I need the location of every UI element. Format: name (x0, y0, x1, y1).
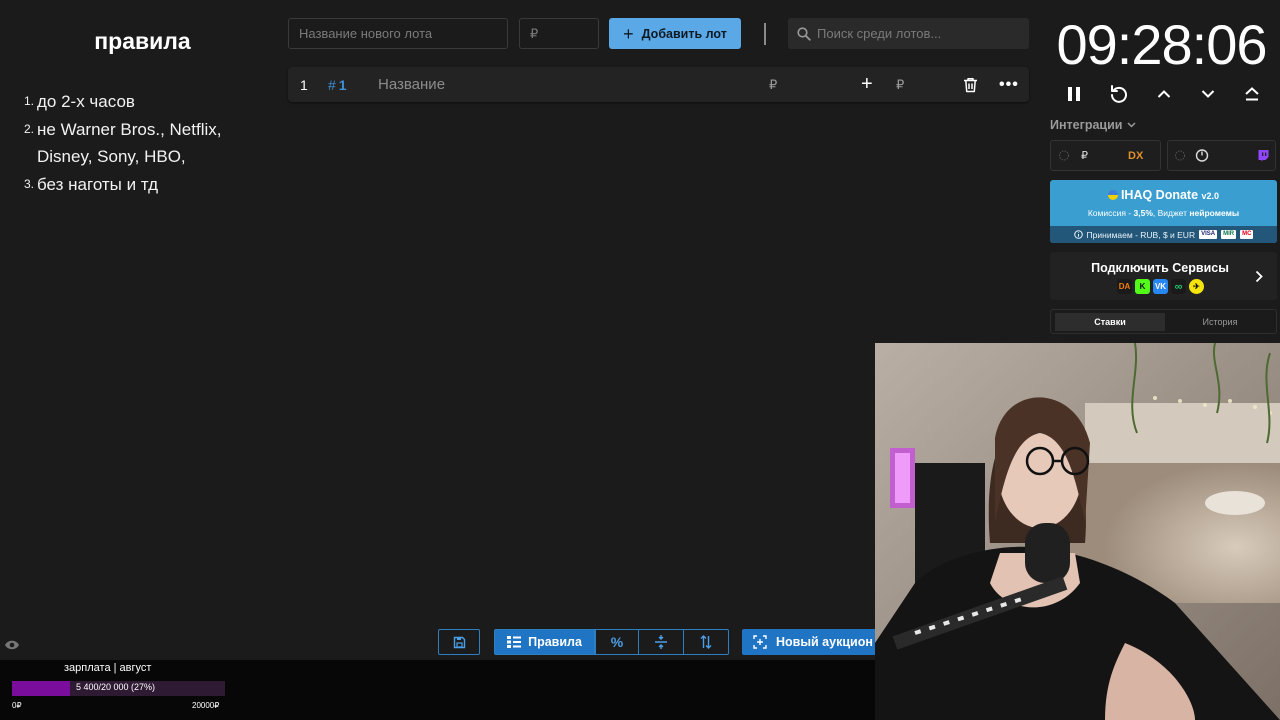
rule-item: 1. до 2-х часов (24, 88, 264, 116)
timer-controls (1050, 80, 1275, 108)
rules-button-label: Правила (528, 635, 582, 649)
donate-card[interactable]: IHAQ Donate v2.0 Комиссия - 3,5%, Виджет… (1050, 180, 1277, 243)
divider (764, 23, 766, 45)
infinity-icon: ∞ (1171, 279, 1186, 294)
percent-icon: % (610, 634, 624, 650)
donate-footer: Принимаем - RUB, $ и EUR VISA MIR MC (1050, 226, 1277, 243)
donate-version: v2.0 (1201, 191, 1220, 201)
kick-icon: K (1135, 279, 1150, 294)
webcam-frame (875, 343, 1280, 720)
lot-add-amount-button[interactable]: + (861, 67, 873, 102)
donationalerts-icon: DA (1117, 279, 1132, 294)
sort-icon (700, 635, 712, 649)
tab-history[interactable]: История (1165, 313, 1275, 331)
lot-index: 1 (300, 76, 308, 93)
double-chevron-up-icon[interactable] (1238, 80, 1266, 108)
list-icon (507, 636, 522, 648)
rule-number: 1. (24, 94, 35, 108)
donate-title: IHAQ Donate v2.0 (1050, 188, 1277, 202)
new-auction-icon (753, 635, 767, 649)
tab-bets[interactable]: Ставки (1055, 313, 1165, 331)
rules-panel: правила 1. до 2-х часов 2. не Warner Bros.… (0, 0, 285, 640)
goal-max-label: 20000₽ (192, 701, 220, 710)
goal-progress-track: 5 400/20 000 (27%) (12, 681, 225, 696)
plane-icon: ✈ (1189, 279, 1204, 294)
integration-card-donationalerts[interactable]: ₽ DX (1050, 140, 1161, 171)
integration-card-twitch[interactable] (1167, 140, 1276, 171)
sort-button[interactable] (684, 629, 729, 655)
goal-min-label: 0₽ (12, 701, 22, 710)
chevron-right-icon[interactable] (1255, 270, 1263, 283)
rule-number: 2. (24, 121, 35, 136)
search-box[interactable] (788, 18, 1029, 49)
currency-label: ₽ (1081, 150, 1088, 162)
plus-icon: + (623, 23, 634, 44)
lot-title-field[interactable]: Название (378, 67, 445, 102)
split-button[interactable] (639, 629, 684, 655)
mastercard-icon: MC (1240, 230, 1254, 239)
lot-id-value: 1 (338, 76, 347, 93)
new-lot-amount-input[interactable] (519, 18, 599, 49)
connect-services-title: Подключить Сервисы (1091, 261, 1229, 275)
search-input[interactable] (817, 26, 1017, 41)
rules-button[interactable]: Правила (494, 629, 595, 655)
visa-icon: VISA (1199, 230, 1218, 239)
bets-history-tabs: Ставки История (1050, 309, 1277, 334)
pause-icon[interactable] (1060, 80, 1088, 108)
service-icons: DA K VK ∞ ✈ (1117, 279, 1204, 294)
twitch-icon (1258, 150, 1269, 162)
save-icon (453, 636, 465, 648)
donate-accepts: Принимаем - RUB, $ и EUR (1086, 229, 1196, 240)
chevron-down-icon (1127, 122, 1136, 128)
save-button[interactable] (438, 629, 480, 655)
vk-icon: VK (1153, 279, 1168, 294)
chevron-down-icon[interactable] (1194, 80, 1222, 108)
new-auction-label: Новый аукцион (776, 635, 873, 649)
lot-row: 1 #1 Название ₽ + ₽ ••• (288, 67, 1029, 102)
split-icon (655, 635, 667, 649)
rule-text: без наготы и тд (37, 174, 158, 194)
timer-icon (1195, 149, 1209, 162)
dx-logo: DX (1128, 149, 1144, 162)
percent-button[interactable]: % (595, 629, 639, 655)
rule-text: не Warner Bros., Netflix, Disney, Sony, … (37, 119, 222, 167)
integrations-toggle[interactable]: Интеграции (1050, 118, 1136, 132)
new-auction-button[interactable]: Новый аукцион (742, 629, 877, 655)
webcam-video (875, 343, 1280, 720)
lot-amount-field[interactable]: ₽ (769, 67, 777, 102)
flag-icon (1107, 190, 1118, 200)
trash-icon[interactable] (963, 67, 978, 102)
goal-progress-fill (12, 681, 70, 696)
rule-text: до 2-х часов (37, 92, 135, 111)
hash-icon: # (328, 76, 336, 93)
reset-icon[interactable] (1105, 80, 1133, 108)
eye-icon[interactable] (4, 640, 20, 650)
lot-id[interactable]: #1 (328, 67, 347, 102)
timer-display: 09:28:06 (1056, 13, 1268, 76)
rule-number: 3. (24, 176, 35, 191)
add-lot-button[interactable]: + Добавить лот (609, 18, 741, 49)
donate-subtitle: Комиссия - 3,5%, Виджет нейромемы (1087, 208, 1240, 218)
rule-item: 2. не Warner Bros., Netflix, Disney, Sony… (24, 116, 264, 171)
search-icon (797, 26, 811, 41)
more-icon[interactable]: ••• (999, 67, 1019, 102)
view-toggle-group: Правила % (494, 629, 729, 655)
rules-title: правила (94, 28, 191, 54)
donation-goal: зарплата | август 5 400/20 000 (27%) 0₽ … (0, 660, 875, 720)
new-lot-name-input[interactable] (288, 18, 508, 49)
chevron-up-icon[interactable] (1150, 80, 1178, 108)
goal-title: зарплата | август (64, 662, 152, 674)
lot-add-amount-field[interactable]: ₽ (896, 67, 904, 102)
status-dot-icon (1059, 150, 1069, 161)
rules-list: 1. до 2-х часов 2. не Warner Bros., Netfli… (24, 88, 264, 198)
info-icon (1073, 230, 1083, 239)
rule-item: 3. без наготы и тд (24, 171, 264, 199)
integrations-label: Интеграции (1050, 118, 1123, 132)
mir-icon: MIR (1221, 230, 1237, 239)
add-lot-label: Добавить лот (641, 26, 727, 41)
goal-progress-text: 5 400/20 000 (27%) (76, 682, 156, 692)
status-dot-icon (1175, 150, 1185, 161)
